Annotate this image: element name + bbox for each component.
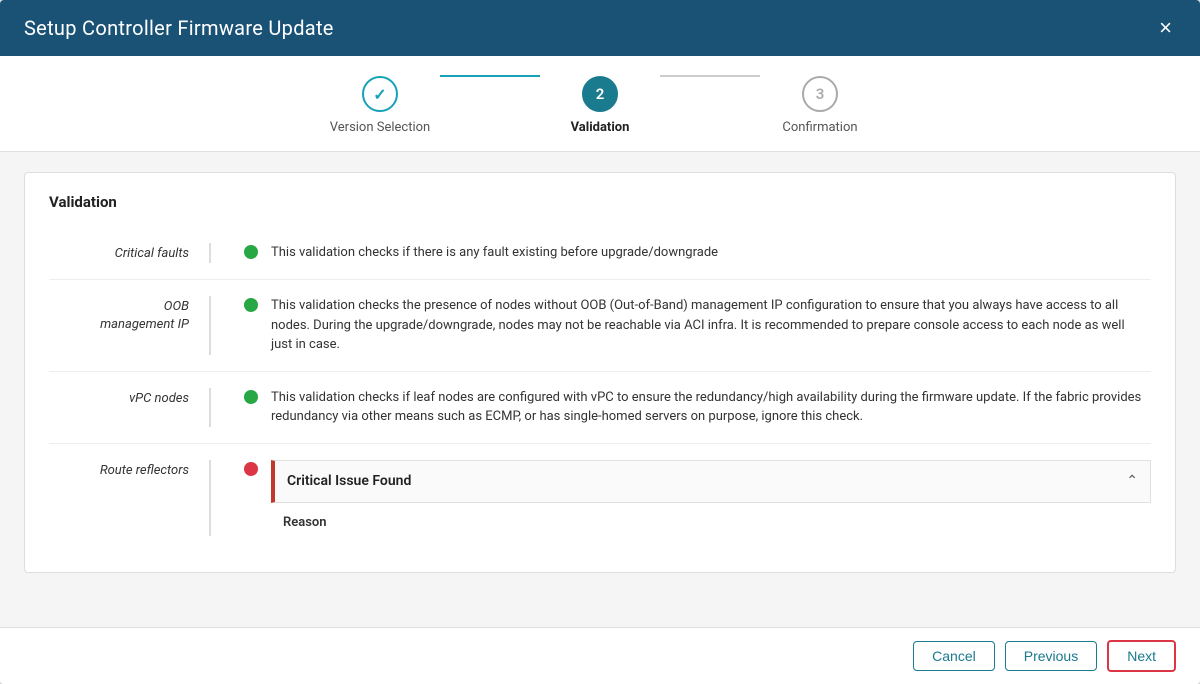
- modal-body: ✓ Version Selection 2 Validat: [0, 56, 1200, 684]
- next-button[interactable]: Next: [1107, 640, 1176, 672]
- validation-rows: Critical faults This validation checks i…: [49, 227, 1151, 552]
- content-area: Validation Critical faults This validati…: [0, 152, 1200, 627]
- step-1-label: Version Selection: [330, 120, 430, 135]
- step-line-2: [660, 75, 760, 77]
- row-critical-content: Critical Issue Found ⌃ Reason: [271, 460, 1151, 537]
- validation-row-route-reflectors: Route reflectors Critical Issue Found ⌃: [49, 443, 1151, 553]
- previous-button[interactable]: Previous: [1005, 641, 1097, 671]
- row-desc-1: This validation checks if there is any f…: [271, 243, 1151, 263]
- critical-issue-title: Critical Issue Found: [287, 471, 411, 492]
- row-label-route-reflectors: Route reflectors: [49, 460, 209, 480]
- step-3-label: Confirmation: [782, 120, 857, 135]
- chevron-up-icon[interactable]: ⌃: [1126, 471, 1138, 492]
- row-desc-3: This validation checks if leaf nodes are…: [271, 388, 1151, 427]
- step-2: 2 Validation: [540, 76, 660, 135]
- step-2-circle-wrapper: 2: [582, 76, 618, 112]
- validation-row-vpc: vPC nodes This validation checks if leaf…: [49, 371, 1151, 443]
- row-label-critical-faults: Critical faults: [49, 243, 209, 263]
- validation-panel: Validation Critical faults This validati…: [24, 172, 1176, 573]
- row-indicator-3: [231, 388, 271, 404]
- critical-reason-label: Reason: [283, 513, 1139, 533]
- modal-title: Setup Controller Firmware Update: [24, 16, 334, 40]
- modal-header: Setup Controller Firmware Update ×: [0, 0, 1200, 56]
- row-indicator-2: [231, 296, 271, 312]
- step-line-1: [440, 75, 540, 77]
- status-dot-green-1: [244, 245, 258, 259]
- critical-body: Reason: [271, 503, 1151, 533]
- row-border-line-4: [209, 460, 211, 537]
- step-1-checkmark: ✓: [373, 85, 386, 104]
- validation-panel-title: Validation: [49, 193, 1151, 211]
- row-indicator-1: [231, 243, 271, 259]
- row-label-vpc: vPC nodes: [49, 388, 209, 408]
- stepper-container: ✓ Version Selection 2 Validat: [320, 76, 880, 135]
- validation-row-critical-faults: Critical faults This validation checks i…: [49, 227, 1151, 279]
- step-2-circle: 2: [582, 76, 618, 112]
- step-3-number: 3: [816, 85, 825, 103]
- cancel-button[interactable]: Cancel: [913, 641, 995, 671]
- stepper: ✓ Version Selection 2 Validat: [0, 56, 1200, 152]
- step-1: ✓ Version Selection: [320, 76, 440, 135]
- step-3-circle-wrapper: 3: [802, 76, 838, 112]
- step-1-circle-wrapper: ✓: [362, 76, 398, 112]
- row-border-line-2: [209, 296, 211, 355]
- critical-issue-header: Critical Issue Found ⌃: [271, 460, 1151, 503]
- status-dot-green-2: [244, 298, 258, 312]
- status-dot-red-4: [244, 462, 258, 476]
- step-3-circle: 3: [802, 76, 838, 112]
- modal-container: Setup Controller Firmware Update × ✓ Ver…: [0, 0, 1200, 684]
- row-label-oob: OOB management IP: [49, 296, 209, 334]
- row-indicator-4: [231, 460, 271, 476]
- modal-footer: Cancel Previous Next: [0, 627, 1200, 684]
- step-2-label: Validation: [571, 120, 630, 135]
- row-border-line-3: [209, 388, 211, 427]
- row-border-line-1: [209, 243, 211, 263]
- validation-row-oob: OOB management IP This validation checks…: [49, 279, 1151, 371]
- status-dot-green-3: [244, 390, 258, 404]
- row-desc-2: This validation checks the presence of n…: [271, 296, 1151, 355]
- step-1-circle: ✓: [362, 76, 398, 112]
- step-3: 3 Confirmation: [760, 76, 880, 135]
- step-2-number: 2: [596, 85, 605, 103]
- close-button[interactable]: ×: [1155, 13, 1176, 43]
